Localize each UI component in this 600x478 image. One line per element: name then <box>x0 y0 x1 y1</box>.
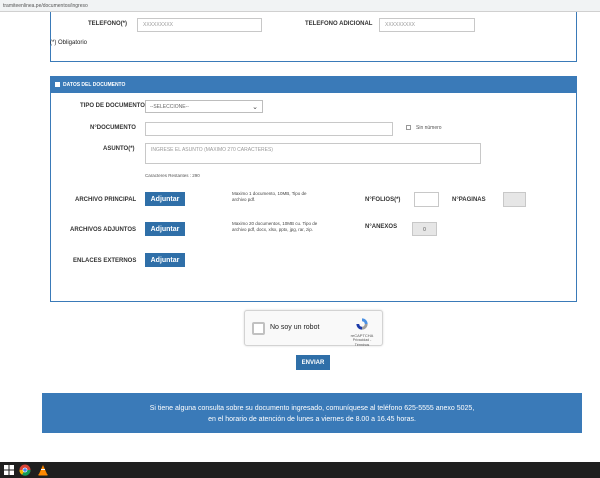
document-icon <box>55 82 60 87</box>
caracteres-restantes: Caracteres Restantes : 290 <box>145 173 200 178</box>
sin-numero-label: Sin número <box>416 125 442 131</box>
telefono-input[interactable]: XXXXXXXXX <box>137 18 262 32</box>
documento-header-text: DATOS DEL DOCUMENTO <box>63 82 126 88</box>
enviar-button[interactable]: ENVIAR <box>296 355 330 370</box>
browser-url-bar[interactable]: tramiteenlinea.pe/documentos/ingreso <box>0 0 600 12</box>
obligatorio-note: (*) Obligatorio <box>50 40 88 46</box>
telefono-label: TELEFONO(*) <box>88 21 127 27</box>
footer-info: Si tiene alguna consulta sobre su docume… <box>42 393 582 433</box>
documento-panel: DATOS DEL DOCUMENTO <box>50 76 577 302</box>
telefono-adicional-label: TELEFONO ADICIONAL <box>305 21 373 27</box>
anexos-input: 0 <box>412 222 437 236</box>
footer-line-2: en el horario de atención de lunes a vie… <box>208 416 416 423</box>
anexos-label: N°ANEXOS <box>365 224 398 230</box>
archivo-principal-note: Maximo 1 documento, 10MB, Tipo de archiv… <box>232 191 307 202</box>
url-text: tramiteenlinea.pe/documentos/ingreso <box>3 3 88 9</box>
tipo-documento-value: --SELECCIONE-- <box>150 104 189 110</box>
paginas-label: N°PAGINAS <box>452 197 486 203</box>
taskbar <box>0 462 600 478</box>
sin-numero-checkbox[interactable] <box>406 125 411 130</box>
footer-line-1: Si tiene alguna consulta sobre su docume… <box>149 405 475 412</box>
tipo-documento-select[interactable]: --SELECCIONE-- ⌄ <box>145 100 263 113</box>
documento-panel-header: DATOS DEL DOCUMENTO <box>51 77 576 93</box>
paginas-input <box>503 192 526 207</box>
numero-documento-input[interactable] <box>145 122 393 136</box>
asunto-textarea[interactable]: INGRESE EL ASUNTO (MAXIMO 270 CARACTERES… <box>145 143 481 164</box>
windows-start-icon[interactable] <box>3 464 15 476</box>
archivos-adjuntos-label: ARCHIVOS ADJUNTOS <box>70 227 137 233</box>
recaptcha-checkbox[interactable] <box>252 322 265 335</box>
tipo-documento-label: TIPO DE DOCUMENTO(*) <box>80 103 152 109</box>
chrome-icon[interactable] <box>19 464 31 476</box>
archivos-adjuntos-note: Maximo 20 documentos, 10MB cu. Tipo de a… <box>232 221 318 232</box>
adjuntar-enlaces-button[interactable]: Adjuntar <box>145 253 185 267</box>
adjuntar-principal-button[interactable]: Adjuntar <box>145 192 185 206</box>
enlaces-externos-label: ENLACES EXTERNOS <box>73 258 137 264</box>
recaptcha-text: No soy un robot <box>270 324 320 331</box>
numero-documento-label: N°DOCUMENTO <box>90 125 136 131</box>
contact-panel <box>50 12 577 62</box>
telefono-adicional-input[interactable]: XXXXXXXXX <box>379 18 475 32</box>
asunto-label: ASUNTO(*) <box>103 146 135 152</box>
recaptcha-logo-icon <box>356 318 368 330</box>
chevron-down-icon: ⌄ <box>252 104 258 111</box>
archivo-principal-label: ARCHIVO PRINCIPAL <box>75 197 137 203</box>
adjuntar-adjuntos-button[interactable]: Adjuntar <box>145 222 185 236</box>
recaptcha-widget: No soy un robot reCAPTCHA Privacidad - T… <box>244 310 383 348</box>
folios-label: N°FOLIOS(*) <box>365 197 401 203</box>
folios-input[interactable] <box>414 192 439 207</box>
vlc-icon[interactable] <box>37 464 49 476</box>
recaptcha-brand: reCAPTCHA Privacidad - Términos <box>346 333 378 348</box>
recaptcha-links[interactable]: Privacidad - Términos <box>346 338 378 348</box>
